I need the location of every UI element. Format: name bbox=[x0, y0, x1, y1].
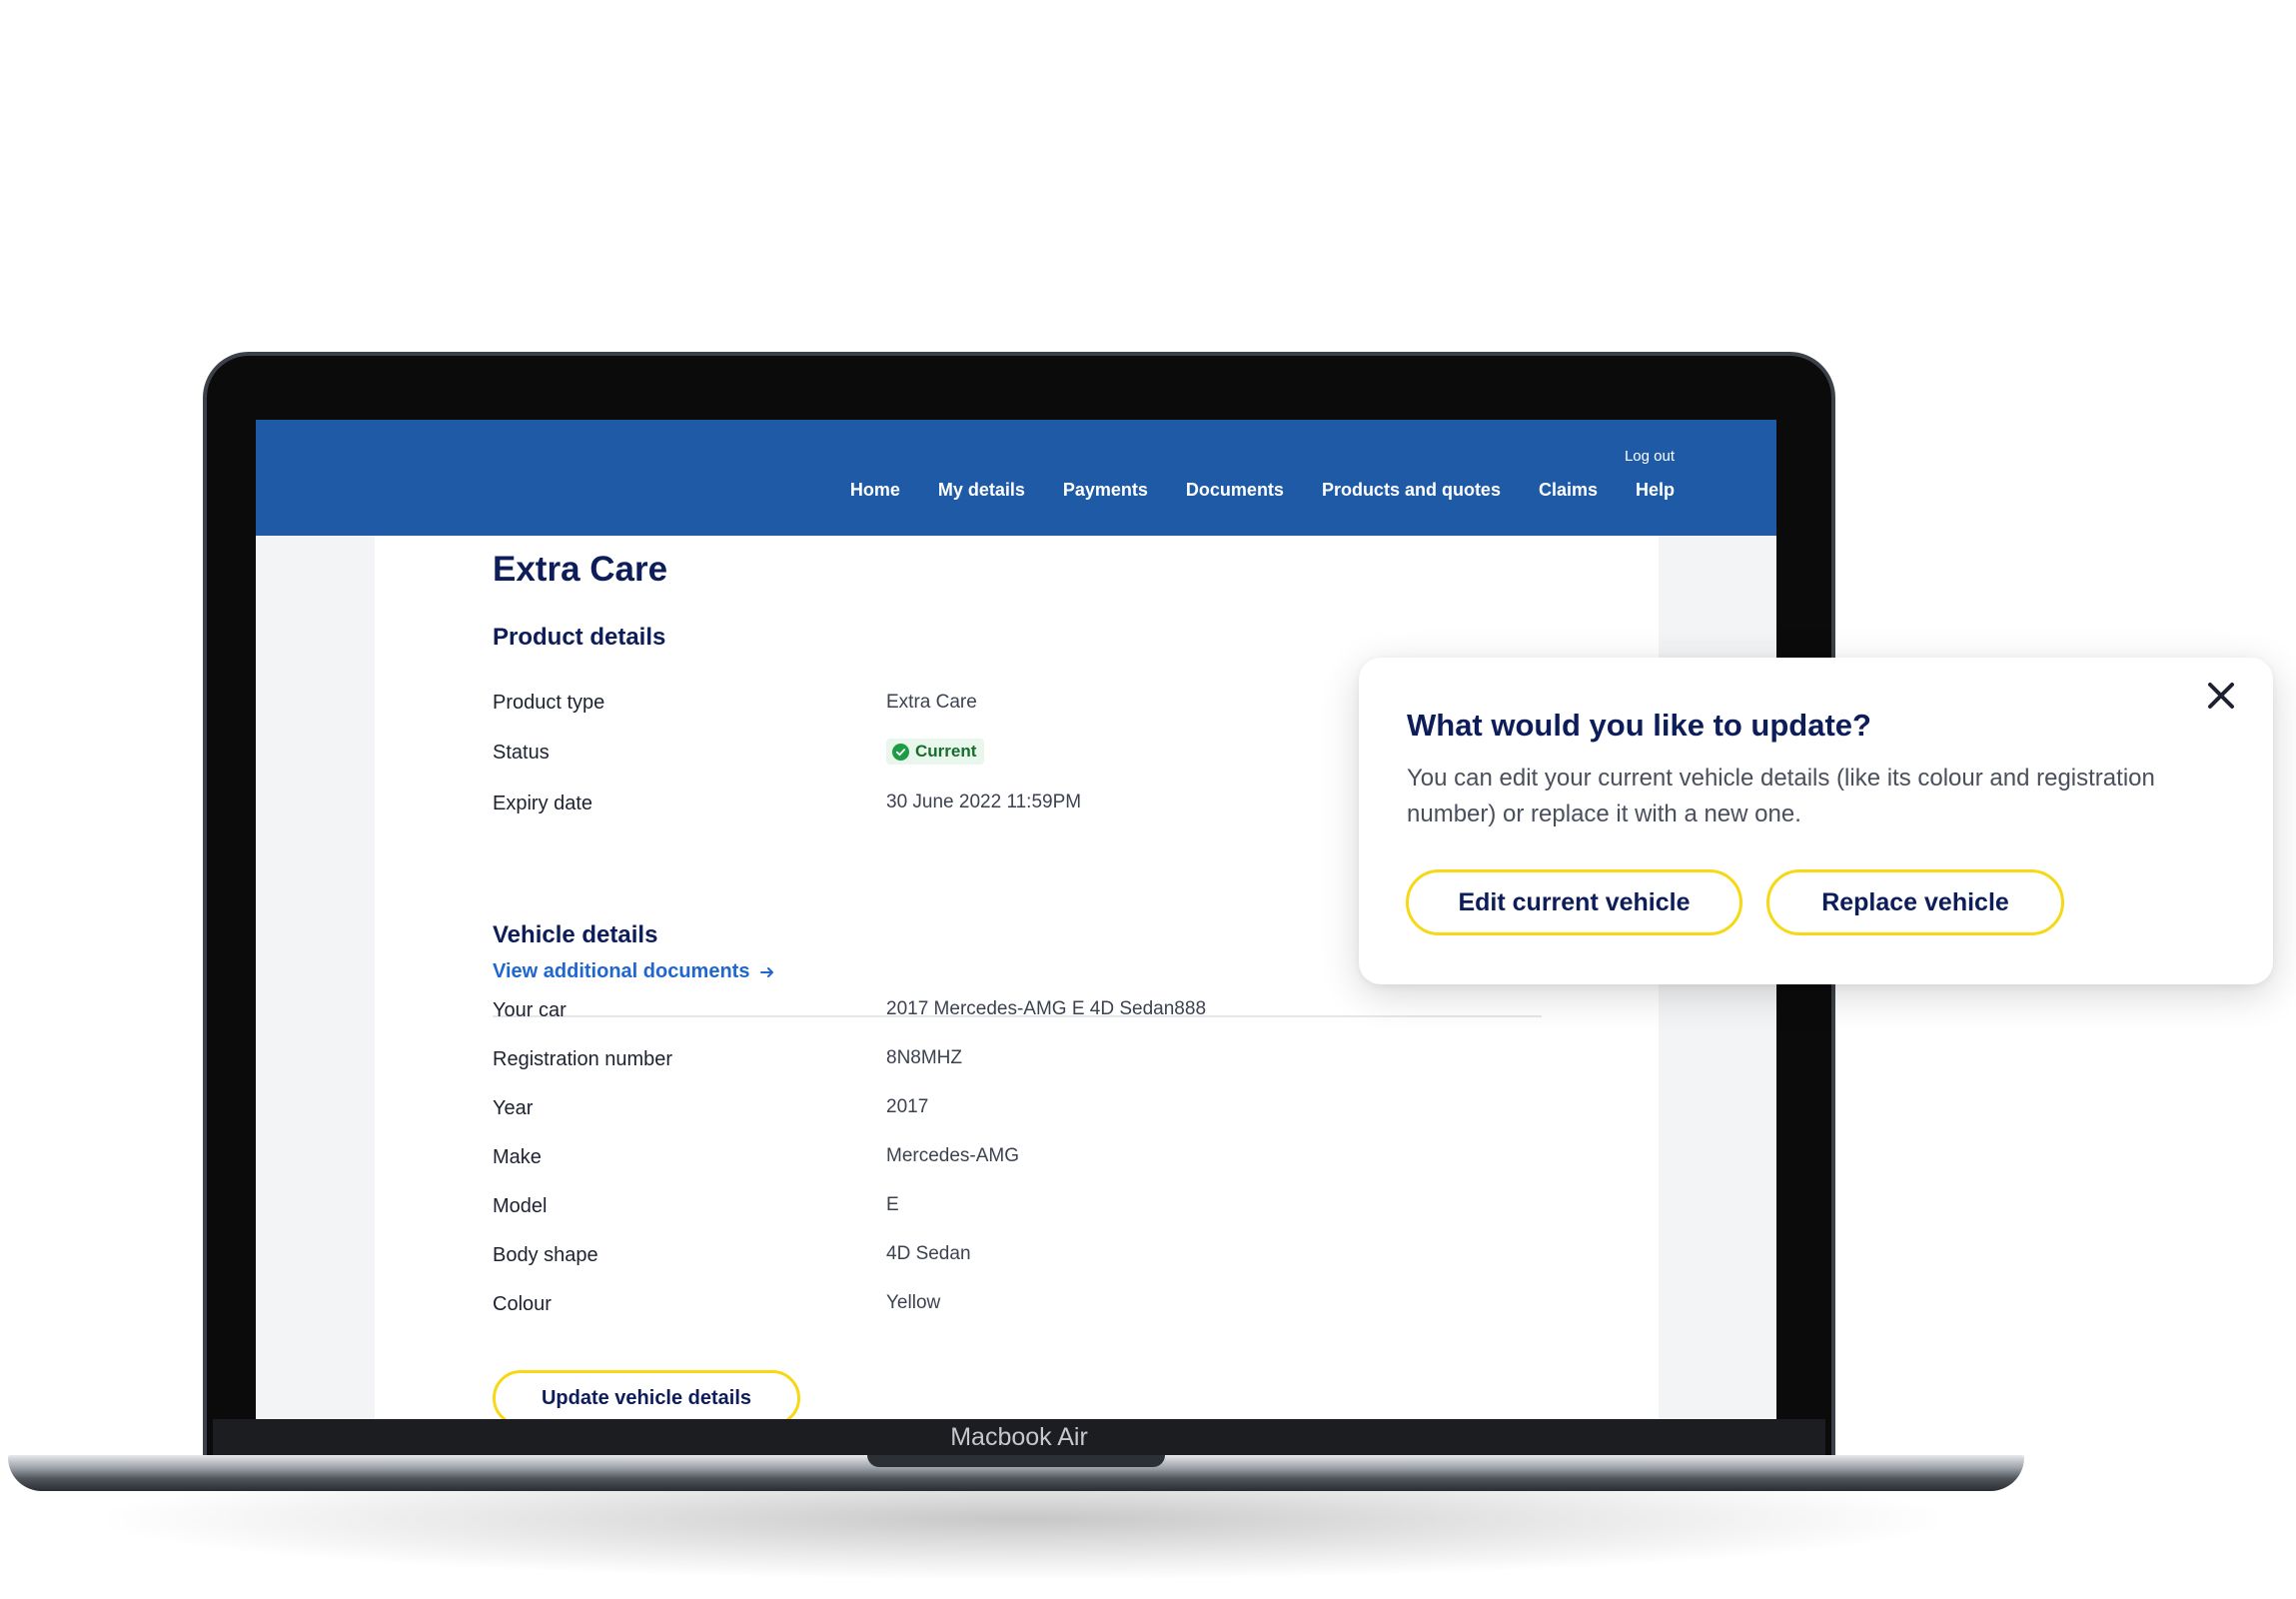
close-icon[interactable] bbox=[2201, 676, 2241, 716]
arrow-right-icon bbox=[760, 966, 774, 977]
body-shape-label: Body shape bbox=[493, 1244, 598, 1266]
page-title: Extra Care bbox=[493, 550, 668, 589]
product-details-heading: Product details bbox=[493, 624, 666, 651]
update-choice-modal: What would you like to update? You can e… bbox=[1359, 658, 2273, 984]
model-label: Model bbox=[493, 1195, 548, 1217]
docs-link-label: View additional documents bbox=[493, 960, 750, 982]
vehicle-details-heading: Vehicle details bbox=[493, 921, 658, 948]
nav-item-my-details[interactable]: My details bbox=[938, 480, 1025, 501]
main-nav: Home My details Payments Documents Produ… bbox=[850, 480, 1675, 501]
make-label: Make bbox=[493, 1146, 542, 1168]
modal-description: You can edit your current vehicle detail… bbox=[1407, 765, 2155, 827]
colour-label: Colour bbox=[493, 1293, 552, 1315]
expiry-date-value: 30 June 2022 11:59PM bbox=[886, 792, 1082, 812]
year-value: 2017 bbox=[886, 1096, 929, 1117]
check-circle-icon bbox=[892, 743, 909, 761]
expiry-date-label: Expiry date bbox=[493, 793, 593, 814]
nav-item-documents[interactable]: Documents bbox=[1186, 480, 1284, 501]
modal-title: What would you like to update? bbox=[1407, 708, 1871, 743]
update-vehicle-details-button[interactable]: Update vehicle details bbox=[493, 1370, 800, 1419]
nav-item-home[interactable]: Home bbox=[850, 480, 900, 501]
your-car-label: Your car bbox=[493, 999, 567, 1021]
laptop-notch bbox=[867, 1455, 1165, 1467]
status-label: Status bbox=[493, 742, 550, 764]
year-label: Year bbox=[493, 1097, 534, 1119]
registration-number-value: 8N8MHZ bbox=[886, 1047, 963, 1068]
body-shape-value: 4D Sedan bbox=[886, 1243, 971, 1264]
replace-vehicle-button[interactable]: Replace vehicle bbox=[1766, 869, 2064, 935]
registration-number-label: Registration number bbox=[493, 1048, 673, 1070]
product-type-label: Product type bbox=[493, 692, 605, 714]
nav-item-claims[interactable]: Claims bbox=[1539, 480, 1598, 501]
edit-current-vehicle-button[interactable]: Edit current vehicle bbox=[1406, 869, 1742, 935]
nav-item-help[interactable]: Help bbox=[1636, 480, 1675, 501]
nav-item-payments[interactable]: Payments bbox=[1063, 480, 1148, 501]
your-car-value: 2017 Mercedes-AMG E 4D Sedan888 bbox=[886, 998, 1207, 1019]
colour-value: Yellow bbox=[886, 1292, 941, 1313]
model-value: E bbox=[886, 1194, 899, 1215]
view-additional-documents-link[interactable]: View additional documents bbox=[493, 960, 775, 983]
product-type-value: Extra Care bbox=[886, 692, 977, 713]
device-label: Macbook Air bbox=[950, 1423, 1088, 1451]
logout-link[interactable]: Log out bbox=[1625, 448, 1675, 465]
nav-item-products-and-quotes[interactable]: Products and quotes bbox=[1322, 480, 1501, 501]
site-header: Log out Home My details Payments Documen… bbox=[256, 420, 1776, 536]
status-badge: Current bbox=[886, 739, 985, 765]
status-badge-label: Current bbox=[915, 742, 977, 761]
make-value: Mercedes-AMG bbox=[886, 1145, 1020, 1166]
